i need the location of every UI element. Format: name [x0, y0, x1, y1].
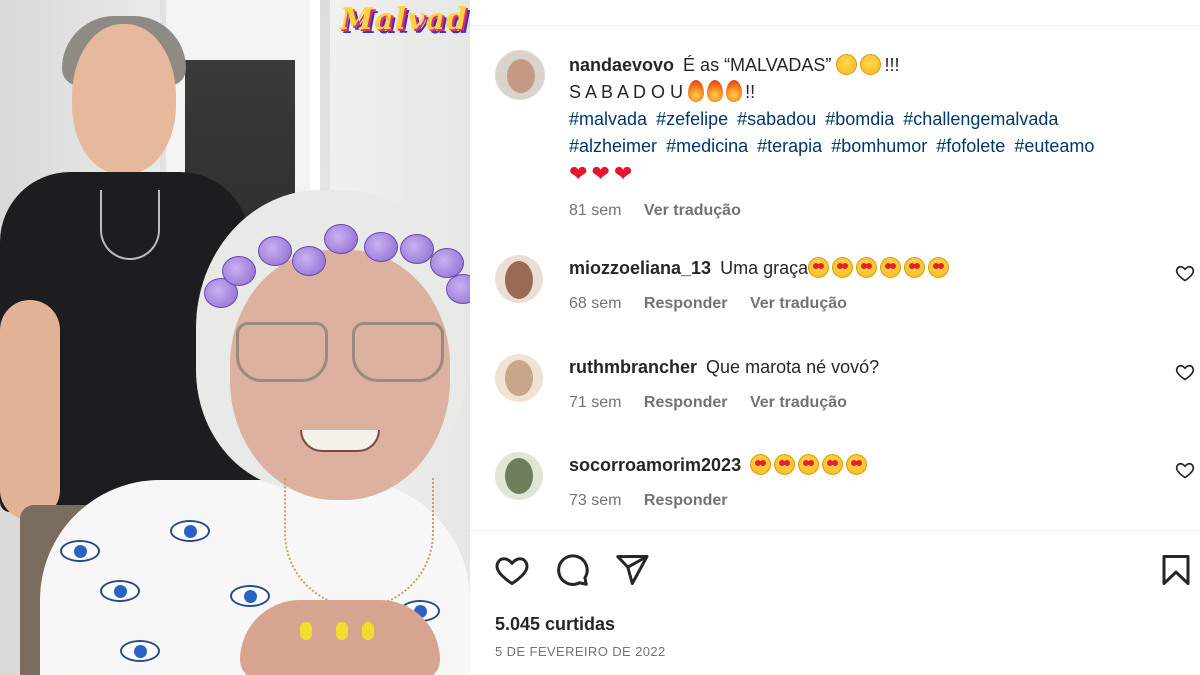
comment-icon[interactable] — [554, 552, 590, 588]
star-struck-emoji-icon — [832, 257, 854, 278]
send-icon[interactable] — [614, 552, 650, 588]
reply-link[interactable]: Responder — [644, 492, 728, 509]
comment-meta: 73 sem Responder — [569, 492, 746, 510]
caption-time[interactable]: 81 sem — [569, 202, 621, 219]
caption-line-1: nandaevovo É as “MALVADAS” !!! — [569, 52, 1179, 79]
hashtag-link[interactable]: #euteamo — [1014, 136, 1094, 156]
laughing-emoji-icon — [836, 54, 858, 75]
author-avatar[interactable] — [495, 50, 545, 100]
commenter-username[interactable]: miozzoeliana_13 — [569, 258, 711, 278]
commenter-username[interactable]: ruthmbrancher — [569, 357, 697, 377]
commenter-avatar[interactable] — [495, 255, 543, 303]
post-date: 5 DE FEVEREIRO DE 2022 — [495, 644, 666, 659]
like-comment-heart-icon[interactable] — [1175, 460, 1195, 480]
star-struck-emoji-icon — [928, 257, 950, 278]
comment-text: Que marota né vovó? — [706, 357, 880, 377]
caption-meta: 81 sem Ver tradução — [569, 197, 1179, 224]
hashtags-line-1: #malvada #zefelipe #sabadou #bomdia #cha… — [569, 106, 1179, 133]
comment-body: socorroamorim2023 — [569, 452, 870, 478]
translate-link[interactable]: Ver tradução — [750, 295, 847, 312]
caption-sabadou: S A B A D O U — [569, 82, 684, 102]
commenter-username[interactable]: socorroamorim2023 — [569, 455, 741, 475]
malvada-logo: Malvada — [340, 2, 470, 37]
likes-count[interactable]: 5.045 curtidas — [495, 614, 615, 635]
hashtags-line-2: #alzheimer #medicina #terapia #bomhumor … — [569, 133, 1179, 160]
flower-crown — [200, 222, 470, 312]
reply-link[interactable]: Responder — [644, 394, 728, 411]
glasses — [236, 322, 448, 388]
star-struck-emoji-icon — [904, 257, 926, 278]
woman-face — [72, 24, 176, 174]
translate-link[interactable]: Ver tradução — [750, 394, 847, 411]
header-strip — [470, 0, 1200, 26]
yellow-nail — [300, 622, 312, 640]
hashtag-link[interactable]: #zefelipe — [656, 109, 728, 129]
star-struck-emoji-icon — [798, 454, 820, 475]
author-username[interactable]: nandaevovo — [569, 55, 674, 75]
eye-print — [230, 585, 270, 607]
caption-line-2: S A B A D O U !! — [569, 79, 1179, 106]
hashtag-link[interactable]: #medicina — [666, 136, 748, 156]
star-struck-emoji-icon — [846, 454, 868, 475]
star-struck-emoji-icon — [808, 257, 830, 278]
red-hearts-emoji: ❤❤❤ — [569, 161, 637, 186]
reply-link[interactable]: Responder — [644, 295, 728, 312]
woman-arm — [0, 300, 60, 520]
hashtag-link[interactable]: #challengemalvada — [903, 109, 1058, 129]
hashtag-link[interactable]: #terapia — [757, 136, 822, 156]
yellow-nail — [336, 622, 348, 640]
comment-time[interactable]: 73 sem — [569, 492, 621, 509]
action-bar-divider — [470, 530, 1200, 531]
eye-print — [100, 580, 140, 602]
hashtag-link[interactable]: #bomdia — [825, 109, 894, 129]
comment-text: Uma graça — [720, 258, 809, 278]
fire-emoji-icon — [726, 80, 743, 102]
laughing-emoji-icon — [860, 54, 882, 75]
star-struck-emoji-icon — [856, 257, 878, 278]
yellow-nail — [362, 622, 374, 640]
fire-emoji-icon — [707, 80, 724, 102]
post-caption: nandaevovo É as “MALVADAS” !!! S A B A D… — [569, 52, 1179, 224]
comment-body: miozzoeliana_13 Uma graça — [569, 255, 952, 281]
elder-smile — [300, 430, 380, 452]
hashtag-link[interactable]: #sabadou — [737, 109, 816, 129]
eye-print — [170, 520, 210, 542]
comment-body: ruthmbrancher Que marota né vovó? — [569, 354, 879, 380]
comment-meta: 68 sem Responder Ver tradução — [569, 295, 865, 313]
eye-print — [60, 540, 100, 562]
hashtag-link[interactable]: #fofolete — [936, 136, 1005, 156]
star-struck-emoji-icon — [880, 257, 902, 278]
star-struck-emoji-icon — [822, 454, 844, 475]
caption-text: É as “MALVADAS” — [683, 55, 832, 75]
caption-suffix: !!! — [884, 55, 900, 75]
eye-print — [120, 640, 160, 662]
caption-translate-link[interactable]: Ver tradução — [644, 202, 741, 219]
post-media[interactable]: Malvada — [0, 0, 470, 675]
comment-time[interactable]: 71 sem — [569, 394, 621, 411]
heart-icon[interactable] — [494, 552, 530, 588]
bookmark-icon[interactable] — [1158, 552, 1194, 588]
woman-necklace — [100, 190, 160, 260]
comment-time[interactable]: 68 sem — [569, 295, 621, 312]
post-details-panel: nandaevovo É as “MALVADAS” !!! S A B A D… — [470, 0, 1200, 675]
like-comment-heart-icon[interactable] — [1175, 263, 1195, 283]
hashtag-link[interactable]: #malvada — [569, 109, 647, 129]
caption-line2-suffix: !! — [745, 82, 756, 102]
star-struck-emoji-icon — [750, 454, 772, 475]
commenter-avatar[interactable] — [495, 354, 543, 402]
hashtag-link[interactable]: #alzheimer — [569, 136, 657, 156]
comment-meta: 71 sem Responder Ver tradução — [569, 394, 865, 412]
commenter-avatar[interactable] — [495, 452, 543, 500]
fire-emoji-icon — [688, 80, 705, 102]
hashtag-link[interactable]: #bomhumor — [831, 136, 927, 156]
star-struck-emoji-icon — [774, 454, 796, 475]
like-comment-heart-icon[interactable] — [1175, 362, 1195, 382]
